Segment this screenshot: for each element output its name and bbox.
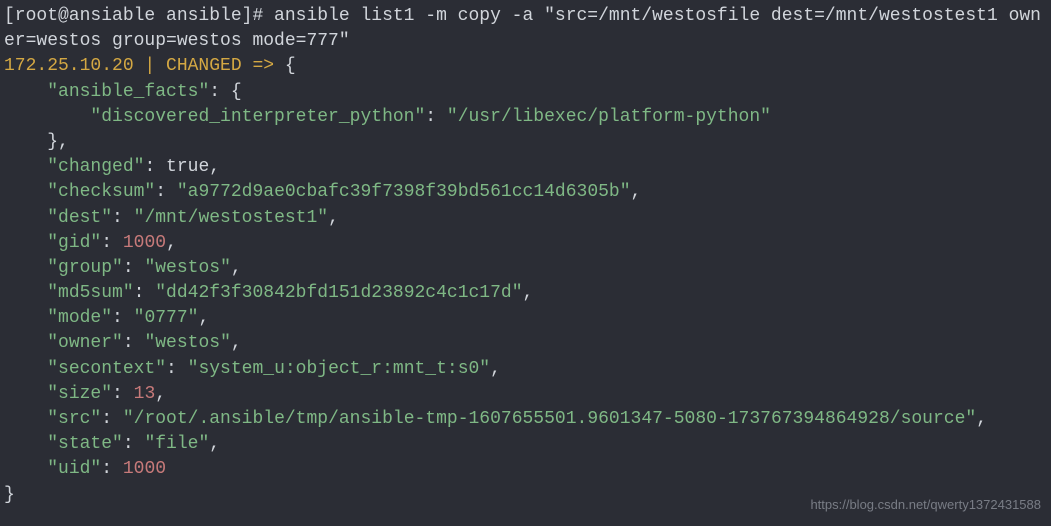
secontext-key: "secontext"	[47, 359, 166, 379]
result-status: CHANGED	[166, 56, 242, 76]
brace-close: }	[4, 485, 15, 505]
changed-val: true	[166, 157, 209, 177]
owner-key: "owner"	[47, 333, 123, 353]
checksum-key: "checksum"	[47, 182, 155, 202]
discovered-key: "discovered_interpreter_python"	[90, 107, 425, 127]
terminal-output: [root@ansiable ansible]# ansible list1 -…	[4, 4, 1047, 508]
uid-val: 1000	[123, 459, 166, 479]
md5sum-key: "md5sum"	[47, 283, 133, 303]
gid-key: "gid"	[47, 233, 101, 253]
dest-key: "dest"	[47, 208, 112, 228]
watermark-text: https://blog.csdn.net/qwerty1372431588	[810, 496, 1041, 514]
uid-key: "uid"	[47, 459, 101, 479]
checksum-val: "a9772d9ae0cbafc39f7398f39bd561cc14d6305…	[177, 182, 631, 202]
state-val: "file"	[144, 434, 209, 454]
dest-val: "/mnt/westostest1"	[134, 208, 328, 228]
prompt-prefix: [root@ansiable ansible]#	[4, 6, 274, 26]
mode-val: "0777"	[134, 308, 199, 328]
result-pipe: |	[134, 56, 166, 76]
result-arrow: =>	[242, 56, 285, 76]
result-host: 172.25.10.20	[4, 56, 134, 76]
discovered-val: "/usr/libexec/platform-python"	[447, 107, 771, 127]
group-val: "westos"	[144, 258, 230, 278]
size-val: 13	[134, 384, 156, 404]
secontext-val: "system_u:object_r:mnt_t:s0"	[188, 359, 490, 379]
md5sum-val: "dd42f3f30842bfd151d23892c4c1c17d"	[155, 283, 522, 303]
ansible-facts-key: "ansible_facts"	[47, 82, 209, 102]
size-key: "size"	[47, 384, 112, 404]
mode-key: "mode"	[47, 308, 112, 328]
state-key: "state"	[47, 434, 123, 454]
changed-key: "changed"	[47, 157, 144, 177]
src-val: "/root/.ansible/tmp/ansible-tmp-16076555…	[123, 409, 976, 429]
gid-val: 1000	[123, 233, 166, 253]
brace-open: {	[285, 56, 296, 76]
owner-val: "westos"	[144, 333, 230, 353]
group-key: "group"	[47, 258, 123, 278]
src-key: "src"	[47, 409, 101, 429]
